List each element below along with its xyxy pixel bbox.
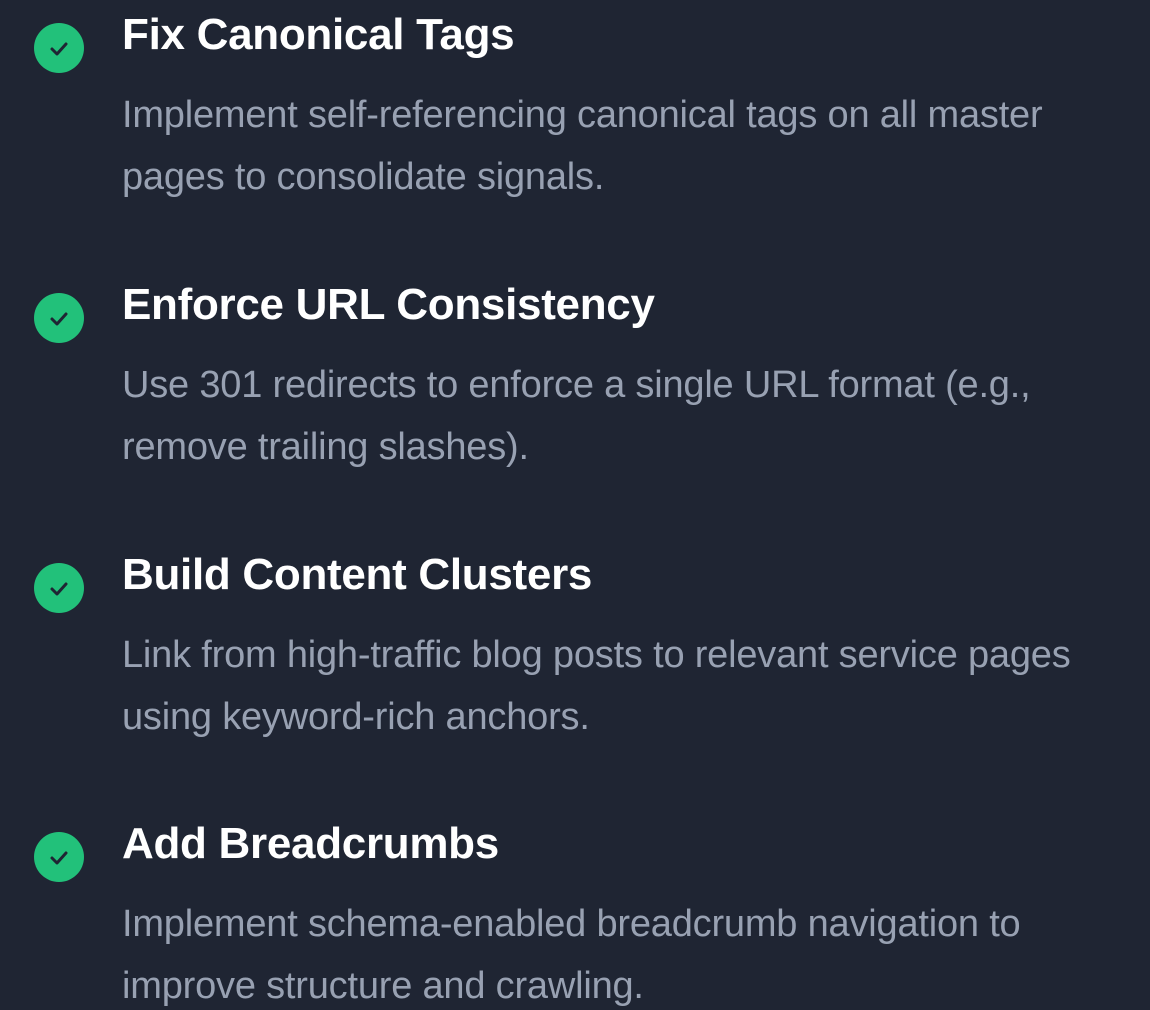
- check-circle-icon: [34, 23, 84, 73]
- recommendation-checklist: Fix Canonical Tags Implement self-refere…: [0, 0, 1150, 1010]
- item-description: Use 301 redirects to enforce a single UR…: [122, 364, 1031, 468]
- item-title: Fix Canonical Tags: [122, 10, 515, 59]
- item-title: Build Content Clusters: [122, 550, 593, 599]
- item-title: Enforce URL Consistency: [122, 280, 655, 329]
- item-description: Implement schema-enabled breadcrumb navi…: [122, 903, 1021, 1007]
- item-description: Implement self-referencing canonical tag…: [122, 94, 1043, 198]
- item-description: Link from high-traffic blog posts to rel…: [122, 634, 1071, 738]
- check-circle-icon: [34, 293, 84, 343]
- check-circle-icon: [34, 832, 84, 882]
- item-title: Add Breadcrumbs: [122, 819, 499, 868]
- check-circle-icon: [34, 563, 84, 613]
